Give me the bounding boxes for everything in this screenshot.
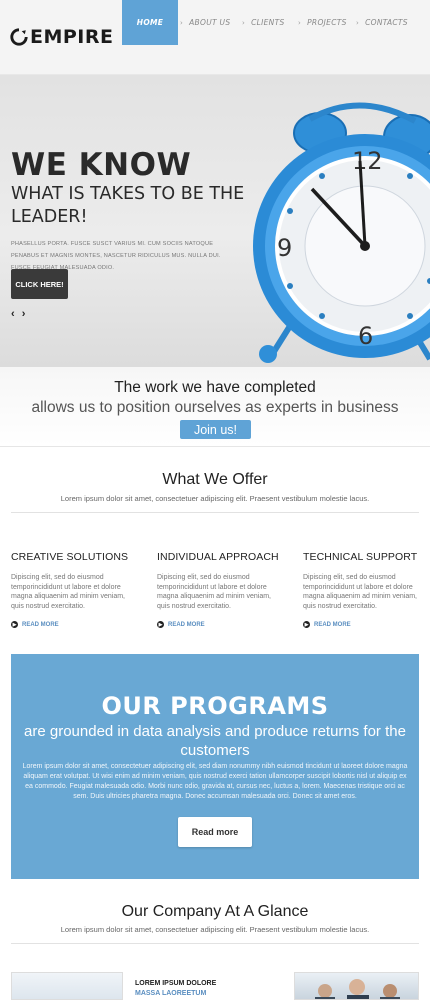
slider-arrows[interactable]: ‹ ›	[11, 308, 27, 320]
nav-home[interactable]: HOME	[122, 0, 178, 45]
programs-panel: OUR PROGRAMS are grounded in data analys…	[11, 654, 419, 879]
programs-text: Lorem ipsum dolor sit amet, consectetuer…	[22, 763, 408, 800]
click-here-button[interactable]: CLICK HERE!	[11, 269, 68, 299]
glance-item-title: LOREM IPSUM DOLORE	[135, 980, 217, 987]
nav-projects[interactable]: › PROJECTS	[298, 0, 356, 45]
work-line-2: allows us to position ourselves as exper…	[31, 399, 399, 416]
column-title: CREATIVE SOLUTIONS	[11, 551, 129, 563]
arrow-right-icon: ▶	[11, 621, 18, 628]
read-more-link[interactable]: ▶ READ MORE	[303, 621, 430, 628]
slider-arrows-label: ‹ ›	[11, 308, 28, 320]
offer-title: What We Offer	[162, 471, 268, 488]
glance-image-team	[294, 972, 419, 1000]
nav-about-us[interactable]: › ABOUT US	[180, 0, 242, 45]
glance-subtitle: Lorem ipsum dolor sit amet, consectetuer…	[60, 925, 370, 934]
glance-title: Our Company At A Glance	[121, 903, 309, 920]
hero-subtitle: WHAT IS TAKES TO BE THE LEADER!	[11, 184, 245, 227]
svg-text:12: 12	[352, 147, 383, 175]
work-line-1: The work we have completed	[114, 379, 316, 396]
offer-column-individual: INDIVIDUAL APPROACH Dipiscing elit, sed …	[157, 551, 285, 628]
offer-column-technical: TECHNICAL SUPPORT Dipiscing elit, sed do…	[303, 551, 430, 628]
read-more-link[interactable]: ▶ READ MORE	[157, 621, 285, 628]
nav-clients-label: CLIENTS	[251, 18, 285, 27]
nav-about-label: ABOUT US	[189, 18, 231, 27]
chevron-right-icon: ›	[356, 18, 360, 27]
nav-contacts[interactable]: › CONTACTS	[356, 0, 412, 45]
nav-clients[interactable]: › CLIENTS	[242, 0, 298, 45]
logo-icon	[10, 28, 28, 46]
glance-item-subtitle: MASSA LAOREETUM	[135, 990, 207, 997]
nav-contacts-label: CONTACTS	[365, 18, 408, 27]
programs-title: OUR PROGRAMS	[101, 692, 329, 720]
column-text: Dipiscing elit, sed do eiusmod temporinc…	[11, 574, 125, 610]
svg-text:9: 9	[277, 234, 292, 262]
read-more-label: READ MORE	[22, 621, 59, 628]
nav-projects-label: PROJECTS	[307, 18, 347, 27]
column-text: Dipiscing elit, sed do eiusmod temporinc…	[303, 574, 417, 610]
column-title: INDIVIDUAL APPROACH	[157, 551, 279, 563]
read-more-link[interactable]: ▶ READ MORE	[11, 621, 139, 628]
chevron-right-icon: ›	[242, 18, 246, 27]
site-header: EMPIRE HOME › ABOUT US › CLIENTS › PROJECTS…	[0, 0, 430, 75]
team-photo-icon	[315, 979, 400, 999]
logo-text: EMPIRE	[30, 26, 114, 48]
hero-title: WE KNOW	[11, 147, 192, 183]
nav-home-label: HOME	[136, 18, 164, 27]
logo[interactable]: EMPIRE	[10, 26, 114, 48]
arrow-right-icon: ▶	[157, 621, 164, 628]
glance-image-left	[11, 972, 123, 1000]
read-more-label: READ MORE	[168, 621, 205, 628]
hero-slider: WE KNOW WHAT IS TAKES TO BE THE LEADER! …	[0, 75, 430, 367]
read-more-label: READ MORE	[314, 621, 351, 628]
column-text: Dipiscing elit, sed do eiusmod temporinc…	[157, 574, 271, 610]
join-us-button[interactable]: Join us!	[180, 420, 251, 439]
column-title: TECHNICAL SUPPORT	[303, 551, 418, 563]
offer-divider	[11, 512, 419, 513]
alarm-clock-icon: 12 9 6	[253, 102, 430, 363]
main-nav: HOME › ABOUT US › CLIENTS › PROJECTS › CONTA…	[122, 0, 412, 45]
svg-text:6: 6	[358, 322, 373, 350]
glance-divider	[11, 943, 419, 944]
read-more-button[interactable]: Read more	[178, 817, 252, 847]
chevron-right-icon: ›	[298, 18, 302, 27]
programs-subtitle: are grounded in data analysis and produc…	[24, 723, 406, 759]
arrow-right-icon: ▶	[303, 621, 310, 628]
chevron-right-icon: ›	[180, 18, 184, 27]
work-banner: The work we have completed allows us to …	[0, 367, 430, 447]
offer-subtitle: Lorem ipsum dolor sit amet, consectetuer…	[60, 494, 370, 503]
offer-column-creative: CREATIVE SOLUTIONS Dipiscing elit, sed d…	[11, 551, 139, 628]
